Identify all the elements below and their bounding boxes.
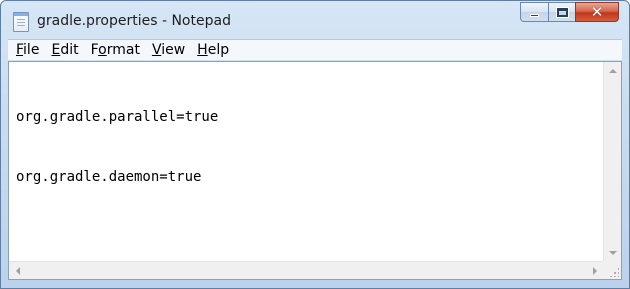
minimize-icon	[530, 13, 539, 17]
menu-edit-mnemonic: E	[51, 41, 61, 58]
text-line-2[interactable]: org.gradle.daemon=true	[16, 167, 604, 187]
menu-format-label: rmat	[106, 41, 140, 58]
menu-view-label: iew	[161, 41, 186, 58]
text-line-1[interactable]: org.gradle.parallel=true	[16, 107, 604, 127]
menu-help[interactable]: Help	[191, 41, 235, 60]
notepad-icon[interactable]	[13, 12, 29, 32]
menu-help-label: elp	[207, 41, 230, 58]
menu-format[interactable]: Format	[85, 41, 146, 60]
scroll-down-button[interactable]	[604, 245, 621, 262]
resize-grip-icon	[609, 267, 619, 277]
arrow-up-icon	[609, 69, 617, 73]
menu-file-label: ile	[23, 41, 40, 58]
arrow-right-icon	[593, 267, 597, 275]
horizontal-scrollbar[interactable]	[9, 261, 604, 279]
menu-format-mnemonic: o	[98, 41, 107, 58]
menu-view-mnemonic: V	[151, 41, 162, 58]
menu-edit-label: dit	[60, 41, 79, 58]
notepad-window: gradle.properties - Notepad ✕ File Edit …	[0, 0, 630, 289]
menu-bar: File Edit Format View Help	[8, 39, 622, 60]
minimize-button[interactable]	[520, 2, 548, 22]
menu-view[interactable]: View	[146, 41, 191, 60]
close-button[interactable]: ✕	[575, 2, 619, 22]
menu-format-prefix: F	[90, 41, 99, 58]
scroll-up-button[interactable]	[604, 62, 621, 79]
maximize-button[interactable]	[548, 2, 575, 22]
arrow-left-icon	[16, 267, 20, 275]
caption-buttons: ✕	[520, 2, 619, 22]
window-title: gradle.properties - Notepad	[37, 13, 231, 29]
vertical-scrollbar[interactable]	[603, 62, 621, 262]
text-editor[interactable]: org.gradle.parallel=true org.gradle.daem…	[9, 62, 604, 262]
menu-file-mnemonic: F	[16, 41, 24, 58]
close-icon: ✕	[590, 2, 604, 21]
editor: org.gradle.parallel=true org.gradle.daem…	[8, 61, 622, 280]
scroll-left-button[interactable]	[9, 262, 26, 279]
arrow-down-icon	[609, 251, 617, 255]
menu-edit[interactable]: Edit	[45, 41, 84, 60]
title-bar[interactable]: gradle.properties - Notepad ✕	[1, 1, 629, 39]
menu-file[interactable]: File	[8, 41, 45, 60]
size-grip[interactable]	[603, 261, 621, 279]
menu-help-mnemonic: H	[197, 41, 208, 58]
maximize-icon	[555, 6, 569, 18]
scroll-right-button[interactable]	[587, 262, 604, 279]
